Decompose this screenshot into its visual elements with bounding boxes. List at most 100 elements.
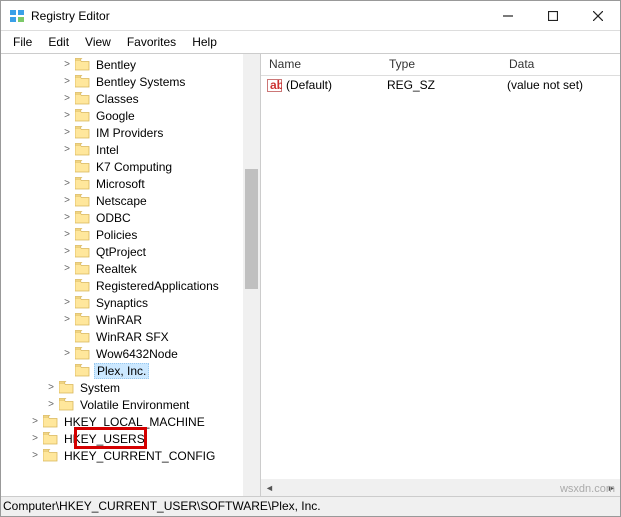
tree-item-label: Policies <box>94 228 139 242</box>
tree-item[interactable]: > Bentley <box>1 56 260 73</box>
string-value-icon: ab <box>267 78 282 93</box>
tree-item[interactable]: > HKEY_LOCAL_MACHINE <box>1 413 260 430</box>
tree-item[interactable]: K7 Computing <box>1 158 260 175</box>
tree-pane: >Bentley>Bentley Systems>Classes>Google>… <box>1 54 261 496</box>
expander-icon[interactable]: > <box>61 314 73 325</box>
tree-item-label: HKEY_CURRENT_CONFIG <box>62 449 217 463</box>
tree-item[interactable]: >Intel <box>1 141 260 158</box>
tree-item-label: HKEY_LOCAL_MACHINE <box>62 415 207 429</box>
expander-icon[interactable]: > <box>61 110 73 121</box>
folder-icon <box>59 398 74 411</box>
folder-icon <box>75 92 90 105</box>
expander-icon[interactable]: > <box>45 382 57 393</box>
window-title: Registry Editor <box>31 9 485 23</box>
tree-item[interactable]: > Policies <box>1 226 260 243</box>
tree-item[interactable]: >IM Providers <box>1 124 260 141</box>
expander-icon[interactable]: > <box>61 297 73 308</box>
tree-item-label: RegisteredApplications <box>94 279 221 293</box>
col-data[interactable]: Data <box>501 54 620 75</box>
list-hscrollbar[interactable]: ◄ ► <box>261 479 620 496</box>
tree-item-label: WinRAR SFX <box>94 330 171 344</box>
hscroll-track[interactable] <box>278 479 603 496</box>
app-icon <box>9 8 25 24</box>
tree-item[interactable]: > ODBC <box>1 209 260 226</box>
folder-icon <box>75 58 90 71</box>
menu-favorites[interactable]: Favorites <box>119 33 184 51</box>
expander-icon[interactable]: > <box>61 212 73 223</box>
tree-item-label: Classes <box>94 92 141 106</box>
statusbar: Computer\HKEY_CURRENT_USER\SOFTWARE\Plex… <box>1 496 620 516</box>
folder-icon <box>43 449 58 462</box>
folder-icon <box>75 245 90 258</box>
expander-icon[interactable]: > <box>29 416 41 427</box>
tree-item[interactable]: > Google <box>1 107 260 124</box>
folder-icon <box>75 126 90 139</box>
menu-file[interactable]: File <box>5 33 40 51</box>
folder-icon <box>75 262 90 275</box>
folder-icon <box>75 364 90 377</box>
tree-vscrollbar-thumb[interactable] <box>245 169 258 289</box>
expander-icon[interactable]: > <box>61 348 73 359</box>
tree-item-label: Realtek <box>94 262 139 276</box>
tree-item[interactable]: >Bentley Systems <box>1 73 260 90</box>
expander-icon[interactable]: > <box>61 144 73 155</box>
expander-icon[interactable]: > <box>61 93 73 104</box>
hscroll-right-button[interactable]: ► <box>603 479 620 496</box>
minimize-button[interactable] <box>485 1 530 30</box>
maximize-button[interactable] <box>530 1 575 30</box>
cell-type: REG_SZ <box>381 77 501 93</box>
tree-item[interactable]: WinRAR SFX <box>1 328 260 345</box>
tree-item[interactable]: >Microsoft <box>1 175 260 192</box>
hscroll-left-button[interactable]: ◄ <box>261 479 278 496</box>
status-path: Computer\HKEY_CURRENT_USER\SOFTWARE\Plex… <box>3 499 321 513</box>
expander-icon[interactable]: > <box>45 399 57 410</box>
tree-item[interactable]: > System <box>1 379 260 396</box>
expander-icon[interactable]: > <box>29 433 41 444</box>
tree-item-label: QtProject <box>94 245 148 259</box>
tree-item-label: Netscape <box>94 194 149 208</box>
tree-item[interactable]: > Classes <box>1 90 260 107</box>
expander-icon[interactable]: > <box>61 76 73 87</box>
expander-icon[interactable]: > <box>61 263 73 274</box>
expander-icon[interactable]: > <box>61 229 73 240</box>
close-button[interactable] <box>575 1 620 30</box>
expander-icon[interactable]: > <box>61 59 73 70</box>
expander-icon[interactable]: > <box>61 246 73 257</box>
tree-item[interactable]: >Volatile Environment <box>1 396 260 413</box>
folder-icon <box>75 211 90 224</box>
tree-item[interactable]: > Wow6432Node <box>1 345 260 362</box>
menu-help[interactable]: Help <box>184 33 225 51</box>
titlebar[interactable]: Registry Editor <box>1 1 620 31</box>
expander-icon[interactable]: > <box>61 127 73 138</box>
tree-item[interactable]: > Realtek <box>1 260 260 277</box>
tree-item[interactable]: Plex, Inc. <box>1 362 260 379</box>
tree-item[interactable]: > HKEY_CURRENT_CONFIG <box>1 447 260 464</box>
tree-item-label: Wow6432Node <box>94 347 180 361</box>
tree-item[interactable]: > HKEY_USERS <box>1 430 260 447</box>
list-row[interactable]: ab(Default)REG_SZ(value not set) <box>261 76 620 94</box>
list-header: Name Type Data <box>261 54 620 76</box>
expander-icon[interactable]: > <box>61 195 73 206</box>
window: Registry Editor File Edit View Favorites… <box>0 0 621 517</box>
tree-item[interactable]: >Synaptics <box>1 294 260 311</box>
menu-view[interactable]: View <box>77 33 119 51</box>
expander-icon[interactable]: > <box>29 450 41 461</box>
tree-item-label: Bentley <box>94 58 138 72</box>
tree-item[interactable]: > QtProject <box>1 243 260 260</box>
tree-item[interactable]: RegisteredApplications <box>1 277 260 294</box>
col-name[interactable]: Name <box>261 54 381 75</box>
tree-vscrollbar[interactable] <box>243 54 260 496</box>
tree-item-label: ODBC <box>94 211 133 225</box>
cell-name: ab(Default) <box>261 77 381 94</box>
folder-icon <box>75 75 90 88</box>
tree-item[interactable]: > Netscape <box>1 192 260 209</box>
menu-edit[interactable]: Edit <box>40 33 77 51</box>
tree-item-label: Google <box>94 109 137 123</box>
col-type[interactable]: Type <box>381 54 501 75</box>
cell-data: (value not set) <box>501 77 620 93</box>
tree-item-label: HKEY_USERS <box>62 432 147 446</box>
tree-item[interactable]: >WinRAR <box>1 311 260 328</box>
tree-item-label: System <box>78 381 122 395</box>
expander-icon[interactable]: > <box>61 178 73 189</box>
folder-icon <box>75 330 90 343</box>
